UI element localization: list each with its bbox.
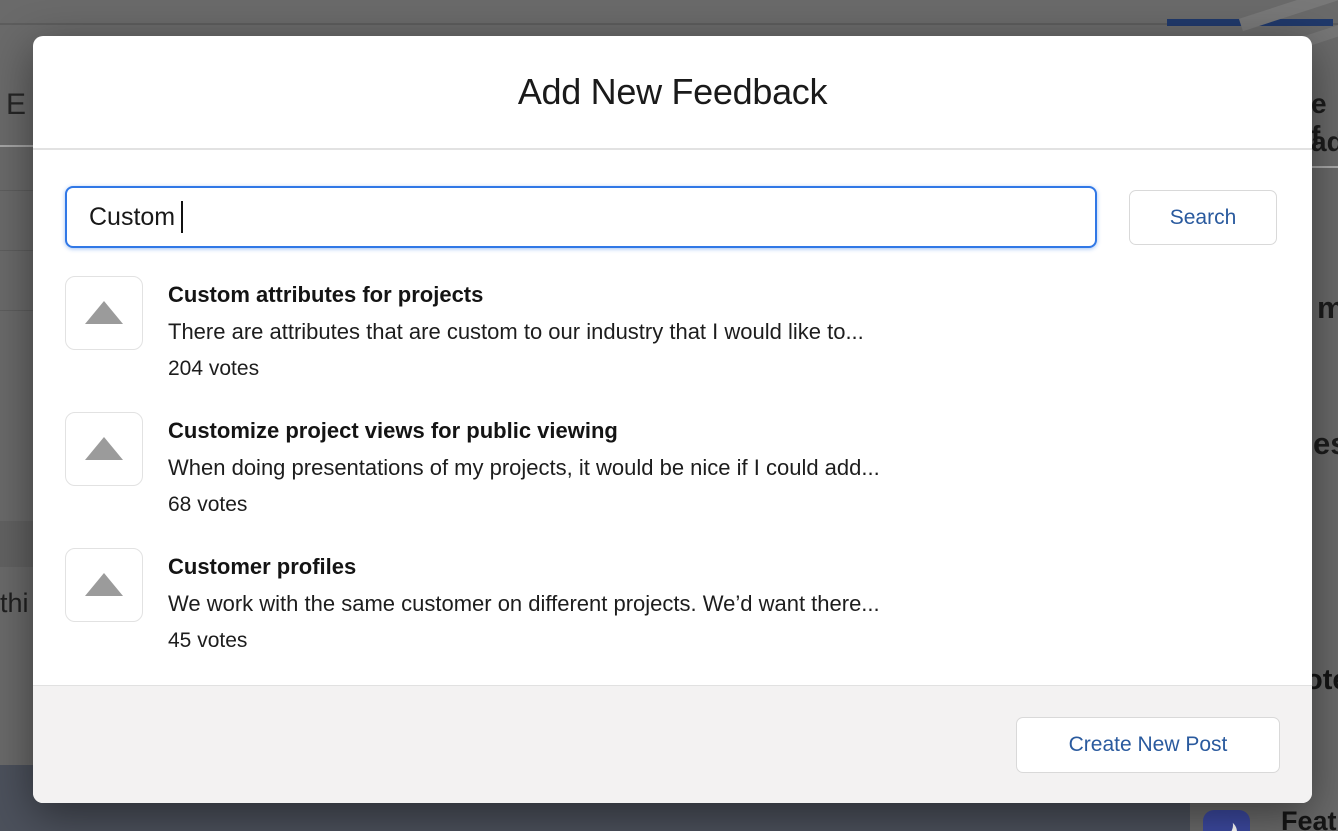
upvote-triangle-icon [85,437,123,460]
result-title: Customer profiles [168,548,880,585]
result-title: Customize project views for public viewi… [168,412,880,449]
dialog-header: Add New Feedback [33,36,1312,150]
result-text: Custom attributes for projects There are… [168,276,864,387]
result-title: Custom attributes for projects [168,276,864,313]
upvote-button[interactable] [65,412,143,486]
background-text-fragment: thi [0,588,29,619]
result-description: There are attributes that are custom to … [168,313,864,350]
upvote-button[interactable] [65,548,143,622]
swoosh-logo-icon [1203,810,1250,831]
result-vote-count: 45 votes [168,622,880,659]
upvote-triangle-icon [85,301,123,324]
upvote-button[interactable] [65,276,143,350]
background-text-fragment: ad [1311,126,1338,158]
background-divider [0,190,33,191]
result-description: We work with the same customer on differ… [168,585,880,622]
background-divider [0,250,33,251]
create-new-post-button[interactable]: Create New Post [1016,717,1280,773]
upvote-triangle-icon [85,573,123,596]
screen: E thi e f ad m es ote Feat Add New Feedb… [0,0,1338,831]
background-divider [0,145,33,147]
background-divider [0,310,33,311]
search-results-list: Custom attributes for projects There are… [65,276,1280,659]
feedback-result-item[interactable]: Customer profiles We work with the same … [65,548,1280,659]
result-vote-count: 204 votes [168,350,864,387]
feedback-result-item[interactable]: Customize project views for public viewi… [65,412,1280,523]
dialog-body: Search Custom attributes for projects Th… [33,150,1312,685]
search-input[interactable] [65,186,1097,248]
text-cursor [181,201,183,233]
search-row: Search [65,186,1280,248]
background-divider [1312,166,1338,168]
background-text-fragment: Feat [1281,806,1337,831]
dialog-footer: Create New Post [33,685,1312,803]
background-text-fragment: m [1317,290,1338,326]
background-text-fragment: E [6,88,26,122]
result-text: Customer profiles We work with the same … [168,548,880,659]
dialog-title: Add New Feedback [518,71,827,113]
add-feedback-dialog: Add New Feedback Search Custom attribute… [33,36,1312,803]
result-vote-count: 68 votes [168,486,880,523]
result-description: When doing presentations of my projects,… [168,449,880,486]
background-row-band [0,521,33,567]
search-box [65,186,1097,248]
background-header-divider [0,23,1338,25]
search-button[interactable]: Search [1129,190,1277,245]
feedback-result-item[interactable]: Custom attributes for projects There are… [65,276,1280,387]
background-diagonal-shape [1239,0,1338,31]
background-text-fragment: es [1313,426,1338,462]
result-text: Customize project views for public viewi… [168,412,880,523]
